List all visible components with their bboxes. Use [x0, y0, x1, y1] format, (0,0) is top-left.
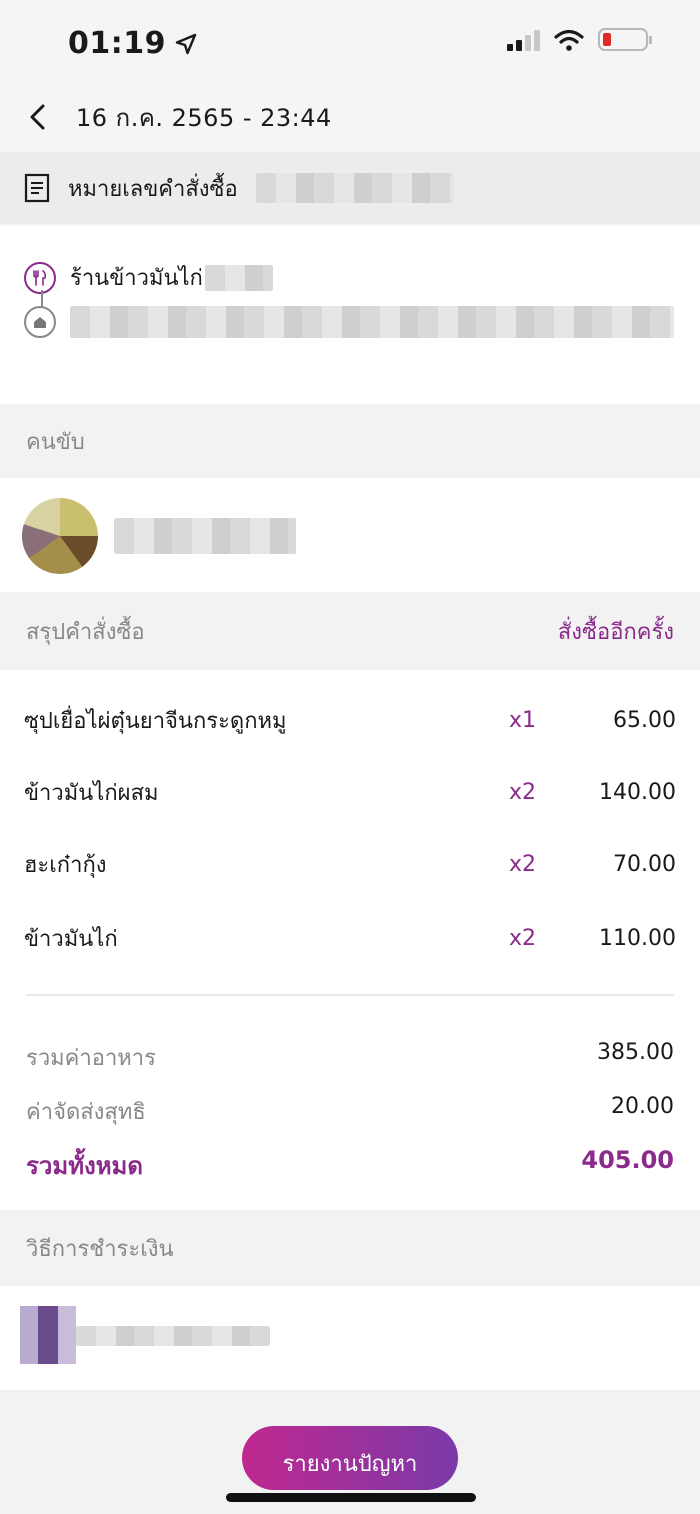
back-button[interactable]: [0, 82, 76, 152]
order-item-row: ข้าวมันไก่ x2 110.00: [24, 918, 676, 958]
order-number-label: หมายเลขคำสั่งซื้อ: [68, 176, 238, 202]
summary-section-title: สรุปคำสั่งซื้อ: [26, 619, 145, 645]
driver-name-redacted: [114, 518, 296, 554]
item-name: ข้าวมันไก่ผสม: [24, 780, 159, 806]
order-items-section: ซุปเยื่อไผ่ตุ๋นยาจีนกระดูกหมู x1 65.00 ข…: [0, 670, 700, 1210]
item-name: ฮะเก๋ากุ้ง: [24, 852, 107, 878]
delivery-address-redacted: [70, 306, 674, 338]
item-qty: x2: [508, 851, 536, 877]
order-item-row: ฮะเก๋ากุ้ง x2 70.00: [24, 844, 676, 884]
summary-header: สรุปคำสั่งซื้อ สั่งซื้ออีกครั้ง: [0, 592, 700, 670]
grand-total-label: รวมทั้งหมด: [26, 1152, 143, 1180]
payment-header: วิธีการชำระเงิน: [0, 1210, 700, 1286]
delivery-address-row: [24, 306, 674, 338]
delivery-fee-row: ค่าจัดส่งสุทธิ 20.00: [26, 1094, 674, 1129]
restaurant-icon: [24, 261, 56, 294]
wifi-icon: [554, 29, 584, 51]
payment-method-redacted: [76, 1326, 270, 1346]
status-time: 01:19: [68, 26, 198, 61]
back-chevron-icon: [30, 104, 45, 130]
signal-icon: [507, 29, 540, 51]
delivery-fee-value: 20.00: [611, 1094, 674, 1119]
delivery-fee-label: ค่าจัดส่งสุทธิ: [26, 1100, 146, 1125]
restaurant-name-redacted: [204, 264, 273, 291]
page-title: 16 ก.ค. 2565 - 23:44: [76, 103, 332, 132]
order-number-row: หมายเลขคำสั่งซื้อ: [0, 152, 700, 224]
home-icon: [24, 306, 56, 338]
order-number-value-redacted: [255, 173, 454, 203]
summary-divider: [26, 994, 674, 996]
item-name: ซุปเยื่อไผ่ตุ๋นยาจีนกระดูกหมู: [24, 708, 287, 734]
item-price: 140.00: [599, 779, 676, 805]
battery-icon: [598, 28, 652, 51]
food-total-row: รวมค่าอาหาร 385.00: [26, 1040, 674, 1075]
food-total-value: 385.00: [597, 1040, 674, 1065]
item-price: 110.00: [599, 925, 676, 951]
status-icons: [507, 28, 652, 51]
driver-section-title: คนขับ: [26, 429, 85, 455]
grand-total-row: รวมทั้งหมด 405.00: [26, 1146, 674, 1185]
driver-avatar: [22, 498, 98, 574]
item-qty: x1: [508, 707, 536, 733]
document-icon: [24, 173, 50, 203]
order-item-row: ซุปเยื่อไผ่ตุ๋นยาจีนกระดูกหมู x1 65.00: [24, 700, 676, 740]
home-indicator: [226, 1493, 476, 1502]
item-price: 65.00: [613, 707, 676, 733]
grand-total-value: 405.00: [581, 1146, 674, 1174]
item-name: ข้าวมันไก่: [24, 926, 118, 952]
status-time-text: 01:19: [68, 26, 166, 61]
order-item-row: ข้าวมันไก่ผสม x2 140.00: [24, 772, 676, 812]
payment-method-icon: [20, 1306, 76, 1364]
status-bar: 01:19: [0, 0, 700, 82]
driver-section: [0, 478, 700, 592]
item-qty: x2: [508, 925, 536, 951]
driver-header: คนขับ: [0, 404, 700, 478]
report-problem-button[interactable]: รายงานปัญหา: [242, 1426, 458, 1490]
payment-section: [0, 1286, 700, 1390]
item-qty: x2: [508, 779, 536, 805]
item-price: 70.00: [613, 851, 676, 877]
restaurant-row: ร้านข้าวมันไก่: [24, 260, 273, 295]
food-total-label: รวมค่าอาหาร: [26, 1046, 156, 1071]
restaurant-name: ร้านข้าวมันไก่: [70, 266, 203, 291]
route-section: ร้านข้าวมันไก่: [0, 226, 700, 404]
nav-header: 16 ก.ค. 2565 - 23:44: [0, 82, 700, 152]
location-arrow-icon: [175, 33, 197, 54]
reorder-button[interactable]: สั่งซื้ออีกครั้ง: [558, 614, 674, 649]
payment-section-title: วิธีการชำระเงิน: [26, 1236, 174, 1262]
